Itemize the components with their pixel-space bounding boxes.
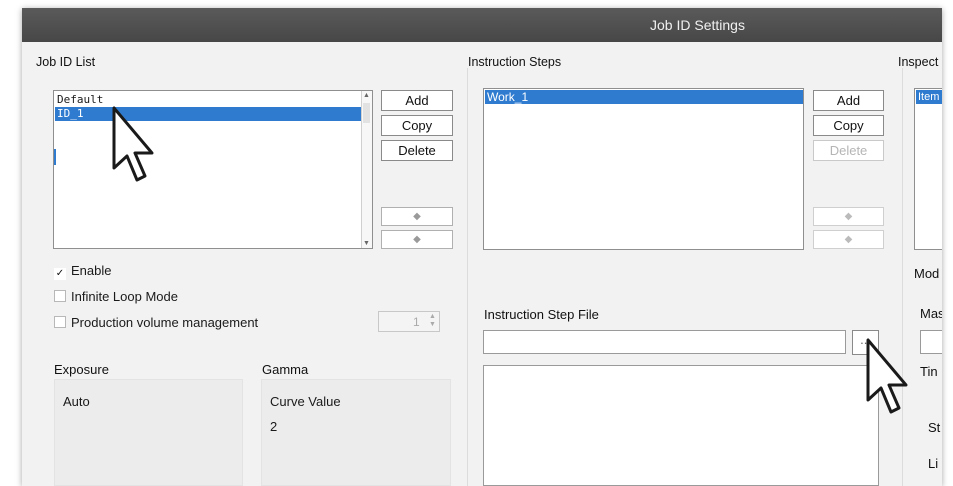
inspection-label: Inspect: [898, 55, 939, 69]
job-id-move-down-button[interactable]: ◆: [381, 230, 453, 249]
gamma-panel: Curve Value 2: [261, 379, 451, 486]
title-bar[interactable]: Job ID Settings: [22, 8, 942, 42]
list-item-selected[interactable]: Item: [916, 90, 942, 104]
inspection-input[interactable]: [920, 330, 942, 354]
scroll-thumb[interactable]: [363, 103, 370, 123]
curve-value: 2: [270, 419, 278, 434]
enable-checkbox[interactable]: ✓: [54, 268, 66, 280]
step-move-down-button[interactable]: ◆: [813, 230, 884, 249]
instruction-step-preview: [483, 365, 879, 486]
step-add-button[interactable]: Add: [813, 90, 884, 111]
gamma-label: Gamma: [262, 362, 309, 377]
job-id-add-button[interactable]: Add: [381, 90, 453, 111]
move-down-icon: ◆: [844, 234, 853, 245]
mode-label: Mod: [914, 266, 940, 281]
scroll-down-icon[interactable]: ▼: [363, 240, 370, 247]
tin-label: Tin: [920, 364, 938, 379]
exposure-value: Auto: [63, 394, 90, 409]
mas-label: Mas: [920, 306, 942, 321]
instruction-steps-listbox[interactable]: Work_1: [483, 88, 804, 250]
move-down-icon: ◆: [413, 234, 421, 245]
job-id-listbox[interactable]: Default ID_1 ▲ ▼: [53, 90, 373, 249]
exposure-label: Exposure: [54, 362, 109, 377]
st-label: St: [928, 420, 941, 435]
instruction-step-file-input[interactable]: [483, 330, 846, 354]
move-up-icon: ◆: [844, 211, 853, 222]
production-volume-label: Production volume management: [71, 315, 259, 330]
enable-label: Enable: [71, 263, 112, 278]
enable-checkbox-row[interactable]: ✓ Enable: [54, 263, 111, 280]
list-item-selected[interactable]: Work_1: [485, 90, 803, 104]
window-title: Job ID Settings: [650, 17, 745, 33]
li-label: Li: [928, 456, 939, 471]
mouse-cursor-icon: [866, 338, 908, 414]
inspection-listbox[interactable]: Item: [914, 88, 942, 250]
job-id-settings-window: Job ID Settings Job ID List Default ID_1…: [22, 8, 942, 486]
infinite-loop-label: Infinite Loop Mode: [71, 289, 178, 304]
production-volume-spinner[interactable]: 1 ▲ ▼: [378, 311, 440, 332]
production-volume-value: 1: [413, 315, 420, 329]
spinner-arrows-icon[interactable]: ▲ ▼: [429, 313, 436, 329]
instruction-steps-label: Instruction Steps: [468, 55, 562, 69]
production-volume-checkbox-row[interactable]: Production volume management: [54, 315, 258, 330]
job-id-copy-button[interactable]: Copy: [381, 115, 453, 136]
curve-value-label: Curve Value: [270, 394, 341, 409]
job-id-delete-button[interactable]: Delete: [381, 140, 453, 161]
step-move-up-button[interactable]: ◆: [813, 207, 884, 226]
job-id-scrollbar[interactable]: ▲ ▼: [361, 91, 372, 248]
list-item-selected[interactable]: ID_1: [55, 107, 363, 121]
column-divider: [467, 68, 468, 486]
step-copy-button[interactable]: Copy: [813, 115, 884, 136]
column-divider: [902, 68, 903, 486]
list-item[interactable]: Default: [55, 93, 363, 107]
text-caret: [54, 149, 56, 165]
job-id-move-up-button[interactable]: ◆: [381, 207, 453, 226]
job-id-list-label: Job ID List: [36, 55, 96, 69]
infinite-loop-checkbox-row[interactable]: Infinite Loop Mode: [54, 289, 178, 304]
step-delete-button[interactable]: Delete: [813, 140, 884, 161]
infinite-loop-checkbox[interactable]: [54, 290, 66, 302]
instruction-step-file-label: Instruction Step File: [484, 307, 599, 322]
exposure-panel: Auto: [54, 379, 243, 486]
move-up-icon: ◆: [413, 211, 421, 222]
production-volume-checkbox[interactable]: [54, 316, 66, 328]
scroll-up-icon[interactable]: ▲: [363, 92, 370, 99]
mouse-cursor-icon: [112, 106, 154, 182]
